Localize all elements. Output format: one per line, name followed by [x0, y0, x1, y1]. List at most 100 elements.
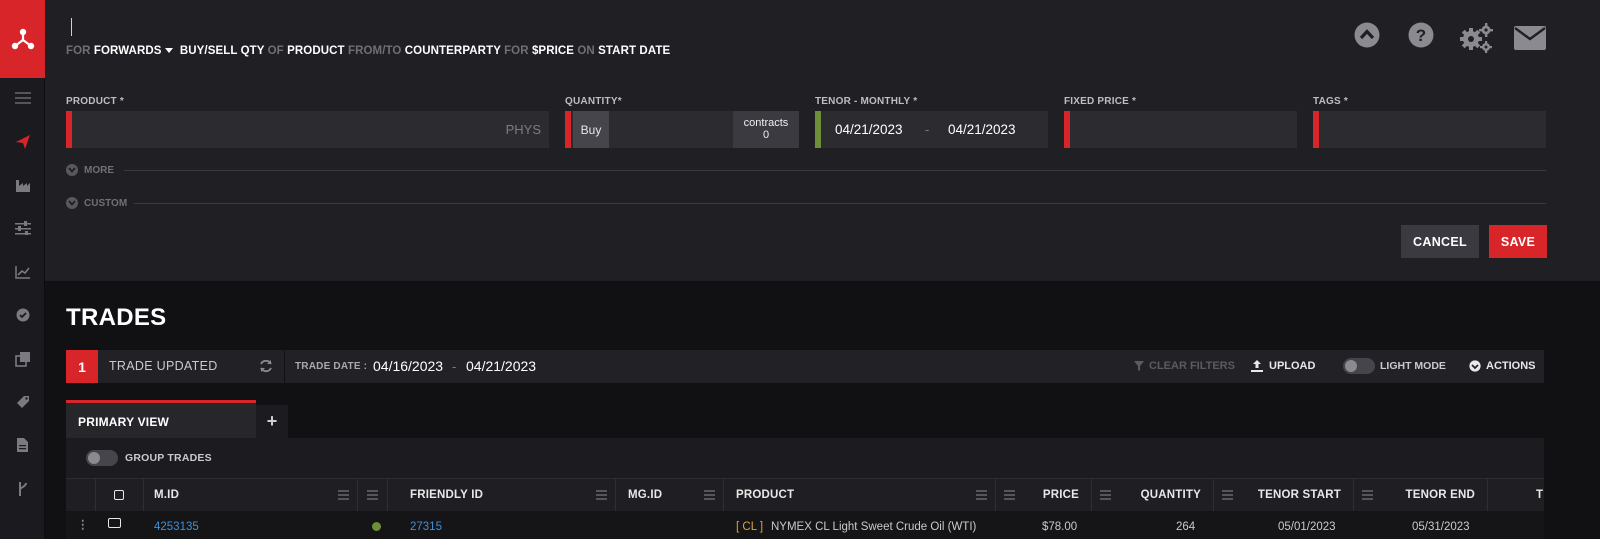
factory-icon[interactable] [0, 170, 45, 200]
column-menu-icon[interactable] [338, 490, 349, 500]
cancel-button[interactable]: CANCEL [1401, 225, 1479, 258]
document-icon[interactable] [0, 430, 45, 460]
light-mode-label: LIGHT MODE [1380, 360, 1446, 372]
column-header-label: FRIENDLY ID [410, 489, 484, 501]
column-menu-icon[interactable] [1222, 490, 1233, 500]
column-header-label: PRODUCT [736, 489, 795, 501]
column-t[interactable]: T [1488, 479, 1544, 512]
column-menu-icon[interactable] [596, 490, 607, 500]
tab-label: PRIMARY VIEW [78, 415, 170, 429]
divider [124, 170, 1546, 171]
actions-button[interactable]: ACTIONS [1469, 360, 1536, 372]
cell-mid[interactable]: 4253135 [154, 521, 199, 533]
light-mode-toggle[interactable]: LIGHT MODE [1343, 358, 1446, 374]
envelope-icon[interactable] [1514, 26, 1546, 55]
trade-updated-label: TRADE UPDATED [109, 359, 218, 373]
group-trades-label: GROUP TRADES [125, 452, 212, 464]
column-menu-icon[interactable] [367, 490, 378, 500]
layers-icon[interactable] [0, 344, 45, 374]
tenor-start-input[interactable]: 04/21/2023 [835, 122, 903, 137]
row-menu-icon[interactable]: ⋮ [77, 517, 89, 531]
save-button[interactable]: SAVE [1489, 225, 1547, 258]
cell-friendly-id[interactable]: 27315 [410, 521, 442, 533]
status-column[interactable] [358, 479, 388, 512]
quantity-field[interactable]: Buy [565, 111, 733, 148]
branch-icon[interactable] [0, 474, 45, 504]
line-chart-icon[interactable] [0, 257, 45, 287]
column-product[interactable]: PRODUCT [724, 479, 996, 512]
upload-button[interactable]: UPLOAD [1251, 360, 1315, 372]
tenor-field[interactable]: 04/21/2023 - 04/21/2023 [815, 111, 1048, 148]
sentence-buy-sell-qty: BUY/SELL QTY [179, 45, 265, 57]
table-row[interactable]: ⋮ 4253135 27315 [ CL ] NYMEX CL Light Sw… [66, 511, 1544, 539]
required-marker [1064, 111, 1070, 148]
product-field[interactable]: PHYS [66, 111, 549, 148]
command-input-cursor[interactable] [71, 18, 72, 36]
gears-icon[interactable] [1459, 23, 1493, 58]
column-menu-icon[interactable] [1004, 490, 1015, 500]
chevron-up-circle-icon[interactable] [1354, 22, 1380, 53]
column-menu-icon[interactable] [1100, 490, 1111, 500]
updated-count-badge[interactable]: 1 [66, 350, 98, 383]
column-header-label: PRICE [1042, 489, 1079, 501]
column-price[interactable]: PRICE [996, 479, 1092, 512]
cell-product-code: [ CL ] [736, 521, 764, 533]
sliders-icon[interactable] [0, 213, 45, 243]
tenor-end-input[interactable]: 04/21/2023 [948, 122, 1016, 137]
actions-label: ACTIONS [1486, 360, 1536, 372]
column-menu-icon[interactable] [704, 490, 715, 500]
sentence-product: PRODUCT [287, 45, 345, 57]
select-all-checkbox[interactable] [114, 490, 124, 500]
contracts-unit: contracts 0 [733, 111, 799, 148]
toggle-switch[interactable] [1343, 358, 1375, 374]
add-tab-button[interactable]: + [256, 405, 288, 438]
logo-icon[interactable] [0, 0, 45, 78]
column-mid[interactable]: M.ID [144, 479, 358, 512]
sentence-start-date: START DATE [598, 45, 671, 57]
instrument-select[interactable]: FORWARDS [94, 45, 162, 57]
hamburger-icon[interactable] [0, 83, 45, 113]
clear-filters-button[interactable]: CLEAR FILTERS [1134, 360, 1235, 372]
valid-marker [815, 111, 821, 148]
divider [134, 203, 1546, 204]
cell-price: $78.00 [1042, 521, 1078, 533]
refresh-icon[interactable] [259, 359, 273, 378]
column-friendly-id[interactable]: FRIENDLY ID [388, 479, 616, 512]
help-circle-icon[interactable]: ? [1408, 22, 1434, 53]
sentence-for-2: FOR [504, 45, 529, 57]
select-all-header[interactable] [96, 479, 144, 512]
tab-primary-view[interactable]: PRIMARY VIEW [66, 400, 256, 438]
column-tenor-start[interactable]: TENOR START [1214, 479, 1354, 512]
column-tenor-end[interactable]: TENOR END [1354, 479, 1488, 512]
column-menu-icon[interactable] [976, 490, 987, 500]
sentence-for: FOR [66, 45, 91, 57]
custom-toggle[interactable]: CUSTOM [66, 196, 127, 210]
column-quantity[interactable]: QUANTITY [1092, 479, 1214, 512]
sentence-of: OF [267, 45, 284, 57]
trades-title: TRADES [66, 304, 167, 331]
cell-product-name: NYMEX CL Light Sweet Crude Oil (WTI) [771, 521, 977, 533]
trade-date-from[interactable]: 04/16/2023 [373, 358, 443, 374]
cell-quantity: 264 [1176, 521, 1196, 533]
tags-field[interactable] [1313, 111, 1546, 148]
paper-plane-icon[interactable] [0, 127, 45, 157]
group-trades-toggle[interactable] [86, 450, 118, 466]
fixed-price-field[interactable] [1064, 111, 1297, 148]
row-edit-icon[interactable] [108, 518, 121, 528]
trade-date-to[interactable]: 04/21/2023 [466, 358, 536, 374]
check-circle-icon[interactable] [0, 300, 45, 330]
quantity-label: QUANTITY* [565, 96, 622, 107]
tenor-label: TENOR - MONTHLY * [815, 96, 918, 107]
tag-icon[interactable] [0, 387, 45, 417]
more-toggle[interactable]: MORE [66, 163, 114, 177]
buy-sell-toggle[interactable]: Buy [573, 111, 609, 148]
column-header-label: M.ID [154, 489, 180, 501]
chevron-down-circle-icon [66, 197, 78, 209]
column-menu-icon[interactable] [1362, 490, 1373, 500]
fixed-price-label: FIXED PRICE * [1064, 96, 1137, 107]
required-marker [565, 111, 571, 148]
column-mgid[interactable]: MG.ID [616, 479, 724, 512]
chevron-down-icon[interactable] [164, 47, 173, 53]
chevron-down-circle-icon [1469, 360, 1481, 372]
required-marker [1313, 111, 1319, 148]
